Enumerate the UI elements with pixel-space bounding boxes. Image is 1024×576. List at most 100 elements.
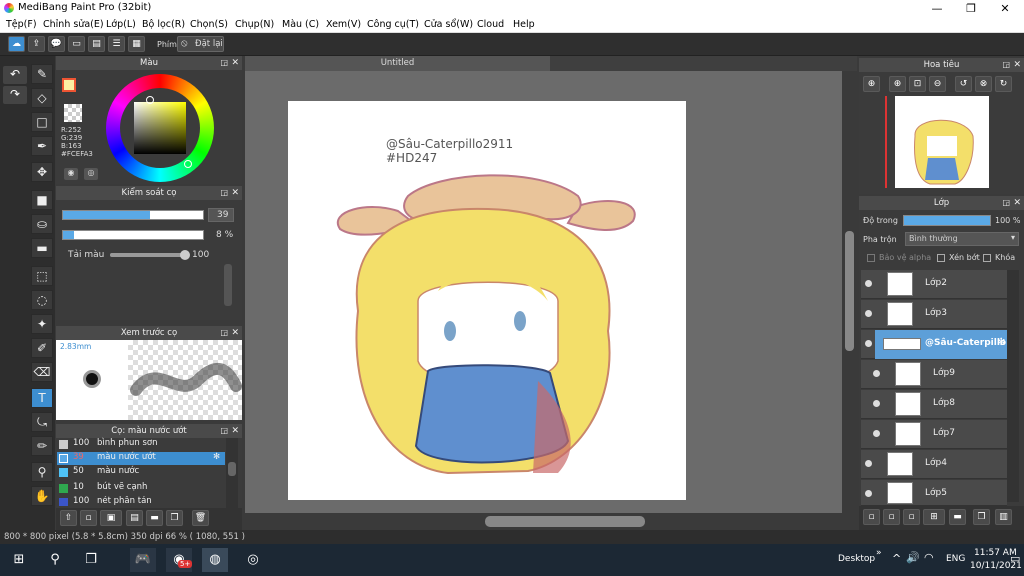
close-icon[interactable]: ✕	[231, 326, 239, 340]
eye-icon[interactable]	[865, 280, 872, 287]
magic-wand-icon[interactable]: ✦	[31, 314, 53, 334]
palette-icon[interactable]: ◉	[64, 168, 78, 180]
brush-item[interactable]: 100 nét phân tán	[57, 496, 225, 506]
game-app-icon[interactable]: 🎮	[130, 548, 156, 572]
brush-item[interactable]: 50 màu nước	[57, 466, 225, 479]
detach-icon[interactable]: ◲	[1002, 196, 1010, 210]
language-indicator[interactable]: ENG	[946, 554, 965, 564]
volume-icon[interactable]: 🔊	[906, 551, 920, 564]
text-tool-icon[interactable]: T	[31, 388, 53, 408]
layers-scrollbar[interactable]	[1007, 270, 1019, 502]
bucket-tool-icon[interactable]: ⛀	[31, 214, 53, 234]
menu-cloud[interactable]: Cloud	[477, 19, 504, 30]
detach-icon[interactable]: ◲	[1002, 58, 1010, 72]
layer-row[interactable]: Lớp9	[861, 360, 1007, 389]
maximize-icon[interactable]: ❐	[954, 0, 988, 17]
saturation-value-square[interactable]	[134, 102, 186, 154]
reset-view-icon[interactable]: ⊗	[975, 76, 992, 92]
eye-icon[interactable]	[873, 400, 880, 407]
close-icon[interactable]: ✕	[231, 56, 239, 70]
menu-color[interactable]: Màu (C)	[282, 19, 319, 30]
layer-row[interactable]: Lớp3	[861, 300, 1007, 329]
redo-icon[interactable]: ↷	[3, 86, 27, 104]
fit-window-icon[interactable]: ⊡	[909, 76, 926, 92]
cloud-icon[interactable]: ☁	[8, 36, 25, 52]
fill-rect-icon[interactable]: ■	[31, 190, 53, 210]
document-tab[interactable]: Untitled	[245, 56, 550, 71]
chat-icon[interactable]: 💬	[48, 36, 65, 52]
brush-item-selected[interactable]: 39 màu nước ướt ✻	[57, 452, 225, 465]
primary-color-swatch[interactable]	[62, 78, 76, 92]
brush-size-slider[interactable]	[62, 210, 204, 220]
chrome-app-icon[interactable]: ◎	[240, 548, 266, 572]
layer-row[interactable]: Lớp7	[861, 420, 1007, 449]
layer-row[interactable]: Lớp2	[861, 270, 1007, 299]
menu-help[interactable]: Help	[513, 19, 535, 30]
move-tool-icon[interactable]: ✥	[31, 162, 53, 182]
new-8bit-layer-icon[interactable]: ▫	[903, 509, 920, 525]
search-icon[interactable]: ⚲	[42, 548, 68, 572]
clipping-checkbox[interactable]	[937, 254, 945, 262]
protect-alpha-checkbox[interactable]	[867, 254, 875, 262]
detach-icon[interactable]: ◲	[220, 424, 228, 438]
layer-row[interactable]: Lớp4	[861, 450, 1007, 479]
vertical-scrollbar[interactable]	[842, 71, 857, 513]
horizontal-scrollbar[interactable]	[245, 513, 857, 530]
blur-tool-icon[interactable]: ✏	[31, 436, 53, 456]
color-history-icon[interactable]: ◎	[84, 168, 98, 180]
gear-icon[interactable]: ✻	[213, 452, 220, 462]
rectangle-tool-icon[interactable]: □	[31, 112, 53, 132]
document-icon[interactable]: ▤	[88, 36, 105, 52]
menu-filter[interactable]: Bộ lọc(R)	[142, 19, 185, 30]
eye-icon[interactable]	[865, 340, 872, 347]
menu-select[interactable]: Chọn(S)	[190, 19, 228, 30]
duplicate-icon[interactable]: ❐	[166, 510, 183, 526]
brush-tool-icon[interactable]: ✎	[31, 64, 53, 84]
windows-start-icon[interactable]: ⊞	[6, 548, 32, 572]
select-eraser-icon[interactable]: ⌫	[31, 362, 53, 382]
close-icon[interactable]: ✕	[231, 186, 239, 200]
lock-checkbox[interactable]	[983, 254, 991, 262]
select-pen-icon[interactable]: ✐	[31, 338, 53, 358]
task-view-icon[interactable]: ❐	[78, 548, 104, 572]
brush-settings-icon[interactable]: ▤	[126, 510, 143, 526]
hue-ring[interactable]	[106, 74, 214, 182]
brush-size-value[interactable]: 39	[217, 210, 228, 220]
notifications-icon[interactable]: ▭	[1010, 552, 1020, 565]
add-layer-menu-icon[interactable]: ⊞	[923, 509, 945, 525]
brush-item[interactable]: 10 bút vẽ cạnh	[57, 482, 225, 495]
eye-icon[interactable]	[865, 310, 872, 317]
zoom-in-small-icon[interactable]: ⊕	[889, 76, 906, 92]
drawing-paper[interactable]: @Sâu-Caterpillo2911 #HD247	[288, 101, 686, 500]
eye-icon[interactable]	[873, 430, 880, 437]
folder-icon[interactable]: ▬	[146, 510, 163, 526]
menu-layer[interactable]: Lớp(L)	[106, 19, 136, 30]
menu-window[interactable]: Cửa sổ(W)	[424, 19, 473, 30]
brush-item[interactable]: 100 bình phun sơn	[57, 438, 225, 451]
pen-tool-icon[interactable]: ✒	[31, 136, 53, 156]
tai-mau-slider[interactable]	[110, 250, 190, 260]
medibang-app-icon[interactable]: ◍	[202, 548, 228, 572]
menu-view[interactable]: Xem(V)	[326, 19, 361, 30]
gradient-tool-icon[interactable]: ▬	[31, 238, 53, 258]
operation-tool-icon[interactable]: ⤿	[31, 412, 53, 432]
eyedropper-icon[interactable]: ⚲	[31, 462, 53, 482]
new-halftone-layer-icon[interactable]: ▫	[883, 509, 900, 525]
new-brush-icon[interactable]: ▫	[80, 510, 97, 526]
brush-list-scrollbar[interactable]	[226, 438, 238, 508]
blend-mode-select[interactable]: Bình thường ▾	[905, 232, 1019, 246]
undo-icon[interactable]: ↶	[3, 66, 27, 84]
duplicate-layer-icon[interactable]: ❐	[973, 509, 990, 525]
chevron-right-icon[interactable]: »	[876, 548, 882, 558]
eraser-tool-icon[interactable]: ◇	[31, 88, 53, 108]
grid-icon[interactable]: ▦	[128, 36, 145, 52]
menu-tools[interactable]: Công cụ(T)	[367, 19, 419, 30]
brush-opacity-slider[interactable]	[62, 230, 204, 240]
horizontal-scroll-thumb[interactable]	[485, 516, 645, 527]
transparent-swatch[interactable]	[64, 104, 82, 122]
eye-icon[interactable]	[865, 460, 872, 467]
detach-icon[interactable]: ◲	[220, 326, 228, 340]
cloud-brush-icon[interactable]: ⇧	[60, 510, 77, 526]
close-icon[interactable]: ✕	[1013, 196, 1021, 210]
layer-opacity-slider[interactable]	[903, 215, 991, 226]
